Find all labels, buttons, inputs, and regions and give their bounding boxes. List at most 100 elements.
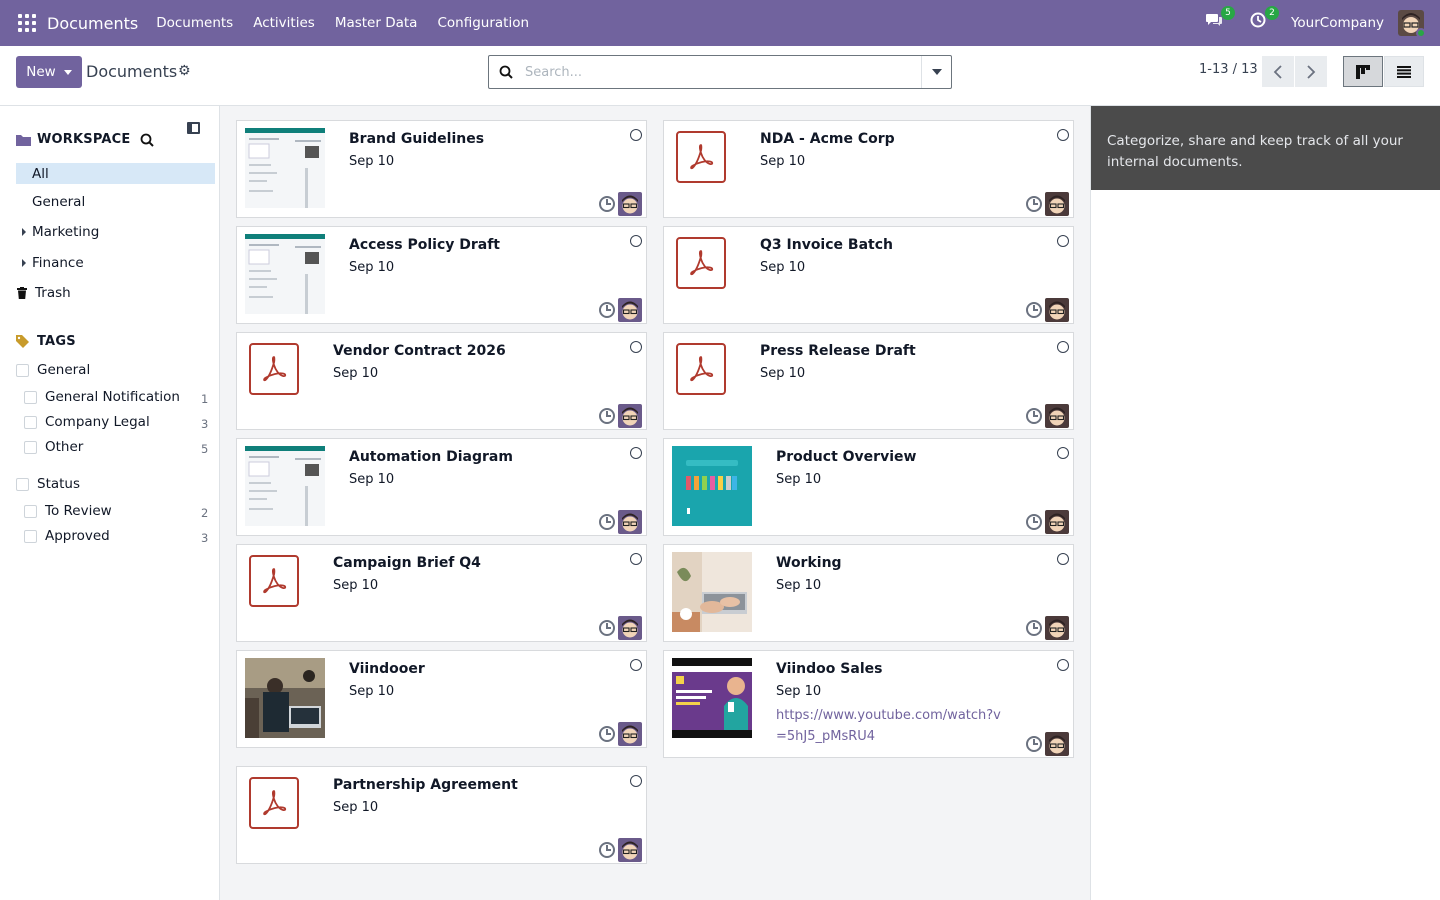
tag-other[interactable]: Other — [24, 439, 83, 455]
document-title: Vendor Contract 2026 — [333, 343, 506, 359]
menu-documents[interactable]: Documents — [156, 15, 233, 31]
select-radio[interactable] — [630, 447, 642, 459]
owner-avatar[interactable] — [1045, 732, 1069, 756]
owner-avatar[interactable] — [618, 838, 642, 862]
pager-previous-button[interactable] — [1262, 56, 1294, 87]
app-brand[interactable]: Documents — [47, 14, 138, 33]
document-card[interactable]: Q3 Invoice Batch Sep 10 — [663, 226, 1074, 324]
workspace-item-general[interactable]: General — [16, 191, 215, 212]
select-radio[interactable] — [630, 553, 642, 565]
user-avatar[interactable] — [1398, 10, 1424, 36]
pdf-file-icon — [676, 131, 726, 183]
chevron-left-icon — [1273, 64, 1282, 79]
activity-clock-icon[interactable] — [1026, 514, 1042, 530]
document-card[interactable]: Access Policy Draft Sep 10 — [236, 226, 647, 324]
checkbox[interactable] — [24, 440, 37, 454]
activity-clock-icon[interactable] — [1026, 408, 1042, 424]
checkbox[interactable] — [24, 390, 37, 404]
owner-avatar[interactable] — [1045, 510, 1069, 534]
list-view-button[interactable] — [1384, 56, 1424, 87]
document-url-link[interactable]: https://www.youtube.com/watch?v=5hJ5_pMs… — [776, 705, 1006, 747]
select-radio[interactable] — [1057, 553, 1069, 565]
activity-clock-icon[interactable] — [599, 302, 615, 318]
gear-icon[interactable]: ⚙ — [178, 63, 191, 79]
activity-clock-icon[interactable] — [599, 196, 615, 212]
chevron-right-icon — [1307, 64, 1316, 79]
menu-master-data[interactable]: Master Data — [335, 15, 418, 31]
select-radio[interactable] — [630, 235, 642, 247]
owner-avatar[interactable] — [618, 722, 642, 746]
activity-clock-icon[interactable] — [599, 726, 615, 742]
tag-general-notification[interactable]: General Notification — [24, 389, 180, 405]
activity-clock-icon[interactable] — [1026, 302, 1042, 318]
document-card[interactable]: Viindoo Sales Sep 10 https://www.youtube.c… — [663, 650, 1074, 758]
select-radio[interactable] — [630, 659, 642, 671]
checkbox[interactable] — [24, 529, 37, 543]
select-radio[interactable] — [1057, 341, 1069, 353]
activity-clock-icon[interactable] — [599, 514, 615, 530]
tag-group-general[interactable]: General — [16, 362, 90, 378]
document-card[interactable]: Campaign Brief Q4 Sep 10 — [236, 544, 647, 642]
owner-avatar[interactable] — [618, 192, 642, 216]
owner-avatar[interactable] — [618, 510, 642, 534]
activity-clock-icon[interactable] — [1026, 620, 1042, 636]
menu-configuration[interactable]: Configuration — [437, 15, 529, 31]
document-card[interactable]: NDA - Acme Corp Sep 10 — [663, 120, 1074, 218]
tag-to-review[interactable]: To Review — [24, 503, 112, 519]
select-radio[interactable] — [1057, 129, 1069, 141]
search-icon[interactable] — [140, 133, 155, 147]
new-button[interactable]: New — [16, 56, 82, 88]
pdf-file-icon — [249, 777, 299, 829]
activity-clock-icon[interactable] — [599, 842, 615, 858]
owner-avatar[interactable] — [618, 616, 642, 640]
tag-approved[interactable]: Approved — [24, 528, 110, 544]
workspace-item-finance[interactable]: Finance — [16, 252, 215, 273]
select-radio[interactable] — [630, 775, 642, 787]
tag-group-status[interactable]: Status — [16, 476, 80, 492]
pager-value[interactable]: 1-13 / 13 — [1199, 62, 1258, 77]
owner-avatar[interactable] — [1045, 192, 1069, 216]
owner-avatar[interactable] — [1045, 616, 1069, 640]
search-input[interactable] — [523, 57, 921, 87]
document-card[interactable]: Product Overview Sep 10 — [663, 438, 1074, 536]
document-card[interactable]: Automation Diagram Sep 10 — [236, 438, 647, 536]
owner-avatar[interactable] — [618, 298, 642, 322]
workspace-item-marketing[interactable]: Marketing — [16, 221, 215, 242]
activity-clock-icon[interactable] — [599, 620, 615, 636]
activity-clock-icon[interactable] — [1026, 196, 1042, 212]
checkbox[interactable] — [24, 415, 37, 429]
messages-button[interactable]: 5 — [1203, 6, 1235, 34]
activity-clock-icon[interactable] — [1026, 736, 1042, 752]
workspace-item-label: Finance — [32, 254, 84, 271]
activity-clock-icon[interactable] — [599, 408, 615, 424]
checkbox[interactable] — [16, 363, 29, 377]
owner-avatar[interactable] — [1045, 404, 1069, 428]
activities-button[interactable]: 2 — [1247, 6, 1279, 34]
select-radio[interactable] — [630, 129, 642, 141]
select-radio[interactable] — [1057, 447, 1069, 459]
pager-next-button[interactable] — [1295, 56, 1327, 87]
document-card[interactable]: Partnership Agreement Sep 10 — [236, 766, 647, 864]
toggle-sidebar-icon[interactable] — [187, 122, 200, 134]
select-radio[interactable] — [630, 341, 642, 353]
search-options-toggle[interactable] — [921, 56, 951, 88]
workspace-item-all[interactable]: All — [16, 163, 215, 184]
menu-activities[interactable]: Activities — [253, 15, 315, 31]
document-date: Sep 10 — [760, 260, 806, 275]
apps-menu-icon[interactable] — [18, 14, 36, 32]
owner-avatar[interactable] — [618, 404, 642, 428]
company-switcher[interactable]: YourCompany — [1291, 15, 1384, 31]
select-radio[interactable] — [1057, 235, 1069, 247]
checkbox[interactable] — [24, 504, 37, 518]
select-radio[interactable] — [1057, 659, 1069, 671]
kanban-view-button[interactable] — [1343, 56, 1383, 87]
document-card[interactable]: Working Sep 10 — [663, 544, 1074, 642]
document-card[interactable]: Press Release Draft Sep 10 — [663, 332, 1074, 430]
workspace-item-trash[interactable]: Trash — [16, 282, 215, 303]
document-card[interactable]: Brand Guidelines Sep 10 — [236, 120, 647, 218]
owner-avatar[interactable] — [1045, 298, 1069, 322]
checkbox[interactable] — [16, 477, 29, 491]
document-card[interactable]: Viindooer Sep 10 — [236, 650, 647, 748]
document-card[interactable]: Vendor Contract 2026 Sep 10 — [236, 332, 647, 430]
tag-company-legal[interactable]: Company Legal — [24, 414, 150, 430]
